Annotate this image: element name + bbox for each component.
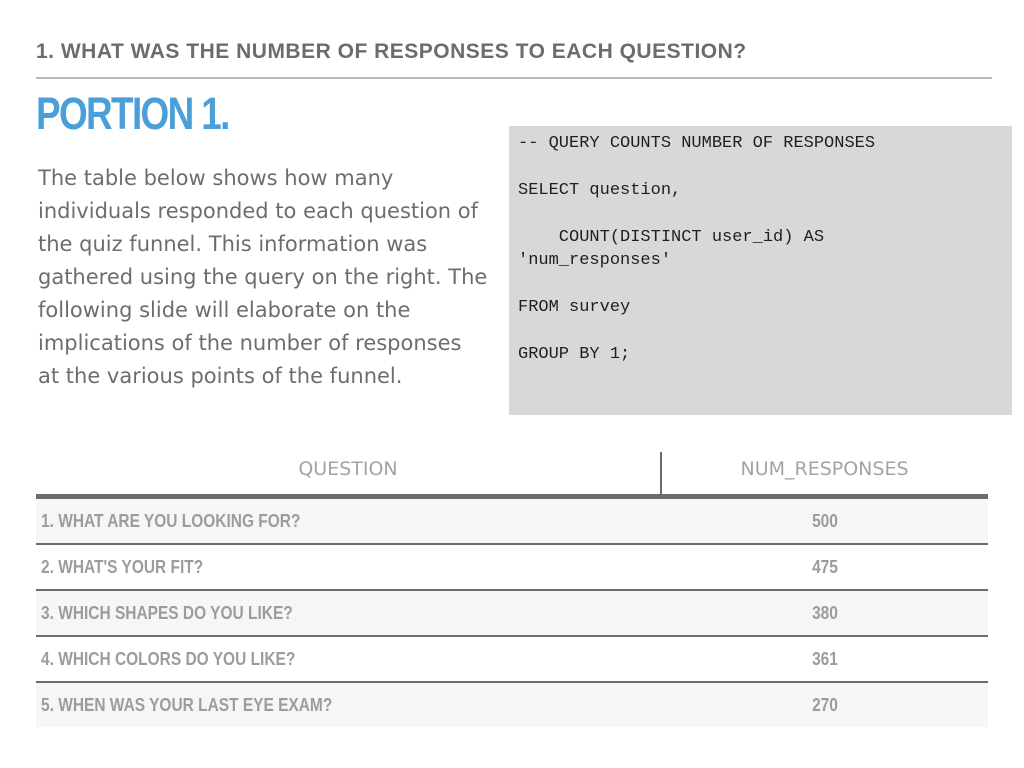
table-row: 5. WHEN WAS YOUR LAST EYE EXAM? 270 [36, 683, 988, 727]
table-row: 4. WHICH COLORS DO YOU LIKE? 361 [36, 637, 988, 683]
header-divider [36, 77, 992, 79]
column-header-question: QUESTION [298, 458, 398, 480]
question-cell: 5. WHEN WAS YOUR LAST EYE EXAM? [41, 695, 333, 715]
question-cell: 3. WHICH SHAPES DO YOU LIKE? [41, 603, 293, 623]
table-row: 3. WHICH SHAPES DO YOU LIKE? 380 [36, 591, 988, 637]
responses-table: QUESTION NUM_RESPONSES 1. WHAT ARE YOU L… [36, 452, 988, 727]
num-responses-cell: 380 [812, 603, 838, 623]
num-responses-cell: 270 [812, 695, 838, 715]
section-title: PORTION 1. [36, 88, 230, 139]
sql-code-block: -- QUERY COUNTS NUMBER OF RESPONSES SELE… [509, 126, 1012, 415]
slide-header: 1. WHAT WAS THE NUMBER OF RESPONSES TO E… [36, 40, 747, 63]
sql-code-text: -- QUERY COUNTS NUMBER OF RESPONSES SELE… [518, 134, 876, 364]
description-text: The table below shows how many individua… [38, 166, 488, 388]
question-cell: 2. WHAT'S YOUR FIT? [41, 557, 204, 577]
table-header-row: QUESTION NUM_RESPONSES [36, 452, 988, 499]
num-responses-cell: 475 [812, 557, 838, 577]
question-cell: 1. WHAT ARE YOU LOOKING FOR? [41, 511, 301, 531]
num-responses-cell: 500 [812, 511, 838, 531]
question-cell: 4. WHICH COLORS DO YOU LIKE? [41, 649, 296, 669]
table-row: 1. WHAT ARE YOU LOOKING FOR? 500 [36, 499, 988, 545]
column-header-num-responses: NUM_RESPONSES [740, 458, 909, 480]
table-row: 2. WHAT'S YOUR FIT? 475 [36, 545, 988, 591]
num-responses-cell: 361 [812, 649, 838, 669]
